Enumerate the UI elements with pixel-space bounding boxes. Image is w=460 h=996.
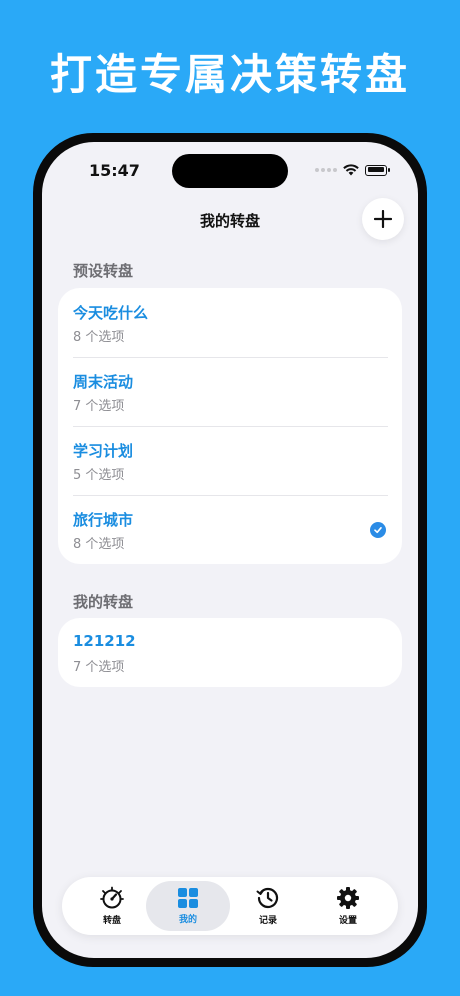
tab-bar: 转盘 我的 记录 设置 xyxy=(62,877,398,935)
list-item[interactable]: 周末活动 7 个选项 xyxy=(58,357,402,426)
my-section-title: 我的转盘 xyxy=(73,593,134,611)
wheel-option-count: 5 个选项 xyxy=(73,468,125,483)
wheel-option-count: 8 个选项 xyxy=(73,537,125,552)
wheel-name: 周末活动 xyxy=(73,373,134,391)
history-icon xyxy=(256,887,279,909)
tab-mine[interactable]: 我的 xyxy=(146,881,230,931)
gear-icon xyxy=(337,887,359,909)
promo-headline: 打造专属决策转盘 xyxy=(49,50,410,99)
tab-wheel[interactable]: 转盘 xyxy=(70,881,154,931)
wifi-icon xyxy=(343,164,359,176)
dynamic-island xyxy=(172,154,288,188)
preset-wheel-list: 今天吃什么 8 个选项 周末活动 7 个选项 学习计划 5 个选项 旅行城市 8… xyxy=(58,288,402,564)
wheel-name: 旅行城市 xyxy=(73,511,134,529)
my-wheel-list: 121212 7 个选项 xyxy=(58,618,402,687)
list-item[interactable]: 学习计划 5 个选项 xyxy=(58,426,402,495)
tab-label: 记录 xyxy=(258,916,277,926)
list-item[interactable]: 121212 7 个选项 xyxy=(58,618,402,687)
tab-label: 转盘 xyxy=(102,916,121,926)
checkmark-icon xyxy=(370,522,386,538)
plus-icon xyxy=(374,210,392,228)
tab-settings[interactable]: 设置 xyxy=(306,881,390,931)
add-wheel-button[interactable] xyxy=(362,198,404,240)
preset-section-title: 预设转盘 xyxy=(73,262,134,280)
tab-label: 我的 xyxy=(178,915,197,925)
app-screen: 15:47 我的转盘 预设转盘 今天吃什么 8 个选项 周末活动 7 个选项 学… xyxy=(42,142,418,958)
phone-frame: 15:47 我的转盘 预设转盘 今天吃什么 8 个选项 周末活动 7 个选项 学… xyxy=(33,133,427,967)
wheel-name: 今天吃什么 xyxy=(73,304,149,322)
tab-label: 设置 xyxy=(338,916,357,926)
wheel-option-count: 8 个选项 xyxy=(73,330,125,345)
gauge-icon xyxy=(100,886,124,909)
wheel-name: 学习计划 xyxy=(73,442,134,460)
wheel-option-count: 7 个选项 xyxy=(73,660,125,675)
signal-icon xyxy=(315,168,337,172)
status-time: 15:47 xyxy=(89,161,140,180)
wheel-option-count: 7 个选项 xyxy=(73,399,125,414)
battery-tip xyxy=(388,168,390,172)
list-item[interactable]: 旅行城市 8 个选项 xyxy=(58,495,402,564)
battery-icon xyxy=(365,164,387,176)
status-icons xyxy=(315,164,390,176)
grid-icon xyxy=(178,888,198,908)
wheel-name: 121212 xyxy=(73,632,136,650)
list-item[interactable]: 今天吃什么 8 个选项 xyxy=(58,288,402,357)
tab-history[interactable]: 记录 xyxy=(226,881,310,931)
